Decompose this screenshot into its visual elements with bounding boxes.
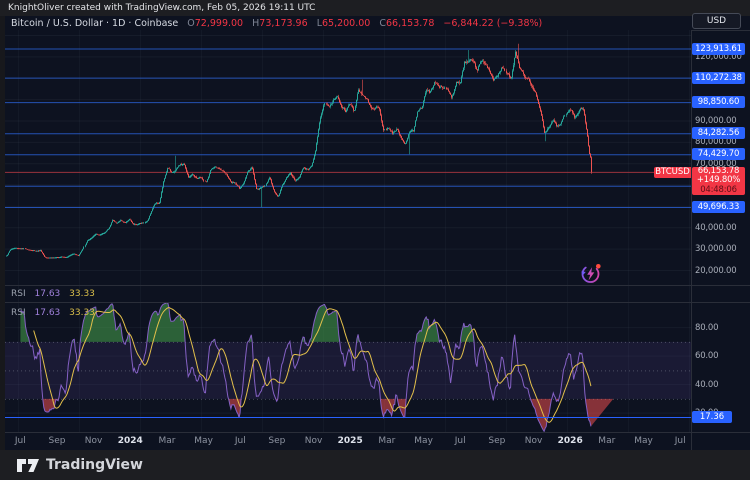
last-price-label: 66,153.78 +149.80% 04:48:06 — [692, 167, 745, 195]
time-tick: 2024 — [118, 436, 143, 446]
bar-countdown: 04:48:06 — [692, 186, 745, 195]
currency-usd-button[interactable]: USD — [692, 13, 741, 29]
price-level-label: 123,913.61 — [692, 43, 745, 55]
rsi-value: 17.63 — [35, 308, 61, 318]
rsi-ma-value: 33.33 — [69, 289, 95, 299]
time-tick: Jul — [675, 436, 686, 446]
time-tick: May — [194, 436, 213, 446]
low-value: 65,200.00 — [322, 18, 370, 29]
time-tick: Sep — [488, 436, 505, 446]
rsi-tick: 60.00 — [695, 351, 718, 361]
symbol-legend: Bitcoin / U.S. Dollar · 1D · Coinbase O7… — [11, 18, 542, 29]
price-tick: 90,000.00 — [695, 116, 736, 126]
rsi-tick: 40.00 — [695, 380, 718, 390]
price-level-label: 74,429.70 — [692, 148, 745, 160]
rsi-last-value-label: 17.36 — [692, 411, 732, 423]
price-tick: 30,000.00 — [695, 244, 736, 254]
price-level-label: 49,696.33 — [692, 201, 745, 213]
tradingview-wordmark[interactable]: TradingView — [46, 450, 143, 480]
time-tick: Sep — [268, 436, 285, 446]
main-chart-area[interactable] — [5, 30, 691, 285]
time-tick: Mar — [159, 436, 176, 446]
time-tick: Jul — [455, 436, 466, 446]
symbol-price-tag: BTCUSD — [654, 167, 691, 178]
symbol-title: Bitcoin / U.S. Dollar · 1D · Coinbase — [11, 18, 178, 29]
rsi-pane[interactable] — [5, 303, 691, 432]
price-level-label: 84,282.56 — [692, 127, 745, 139]
time-tick: Nov — [85, 436, 103, 446]
time-tick: Mar — [598, 436, 615, 446]
high-value: 73,173.96 — [259, 18, 307, 29]
time-tick: Mar — [378, 436, 395, 446]
time-tick: Sep — [49, 436, 66, 446]
time-tick: 2026 — [558, 436, 583, 446]
time-tick: Nov — [305, 436, 323, 446]
time-tick: May — [634, 436, 653, 446]
rsi-legend: RSI 17.63 33.33 — [11, 308, 95, 318]
open-value: 72,999.00 — [195, 18, 243, 29]
rsi-tick: 80.00 — [695, 323, 718, 333]
price-tick: 20,000.00 — [695, 266, 736, 276]
tradingview-chart-screenshot: { "attribution": { "text": "KnightOliver… — [0, 0, 750, 480]
attribution-bar: KnightOliver created with TradingView.co… — [0, 0, 750, 16]
time-tick: Nov — [525, 436, 543, 446]
time-tick: 2025 — [338, 436, 363, 446]
rsi-ma-value: 33.33 — [69, 308, 95, 318]
rsi-value: 17.63 — [35, 289, 61, 299]
open-label: O — [187, 18, 194, 29]
price-level-label: 98,850.60 — [692, 96, 745, 108]
close-value: 66,153.78 — [386, 18, 434, 29]
attribution-text: KnightOliver created with TradingView.co… — [8, 0, 315, 16]
change-value: −6,844.22 (−9.38%) — [443, 18, 542, 29]
price-level-label: 110,272.38 — [692, 72, 745, 84]
rsi-collapsed-legend: RSI 17.63 33.33 — [11, 289, 95, 299]
tradingview-logo-icon[interactable] — [16, 457, 42, 478]
time-tick: Jul — [235, 436, 246, 446]
time-tick: May — [414, 436, 433, 446]
rsi-name: RSI — [11, 308, 26, 318]
price-tick: 40,000.00 — [695, 223, 736, 233]
refresh-lightning-icon[interactable] — [578, 260, 604, 286]
time-tick: Jul — [15, 436, 26, 446]
rsi-name: RSI — [11, 289, 26, 299]
rsi-collapsed-pane[interactable] — [5, 286, 691, 302]
